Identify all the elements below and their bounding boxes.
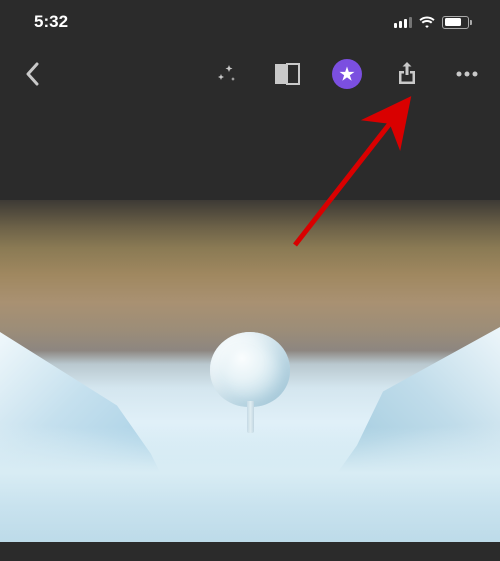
toolbar (0, 44, 500, 104)
status-bar: 5:32 (0, 0, 500, 44)
battery-icon (442, 16, 472, 29)
status-time: 5:32 (34, 12, 68, 32)
auto-enhance-button[interactable] (212, 59, 242, 89)
favorite-button[interactable] (332, 59, 362, 89)
photo-viewer[interactable] (0, 104, 500, 561)
share-button[interactable] (392, 59, 422, 89)
filters-button[interactable] (272, 59, 302, 89)
status-indicators (394, 16, 472, 29)
cellular-signal-icon (394, 17, 412, 28)
wifi-icon (418, 16, 436, 29)
back-button[interactable] (12, 54, 52, 94)
more-button[interactable] (452, 59, 482, 89)
photo-content (0, 200, 500, 542)
toolbar-actions (212, 59, 482, 89)
